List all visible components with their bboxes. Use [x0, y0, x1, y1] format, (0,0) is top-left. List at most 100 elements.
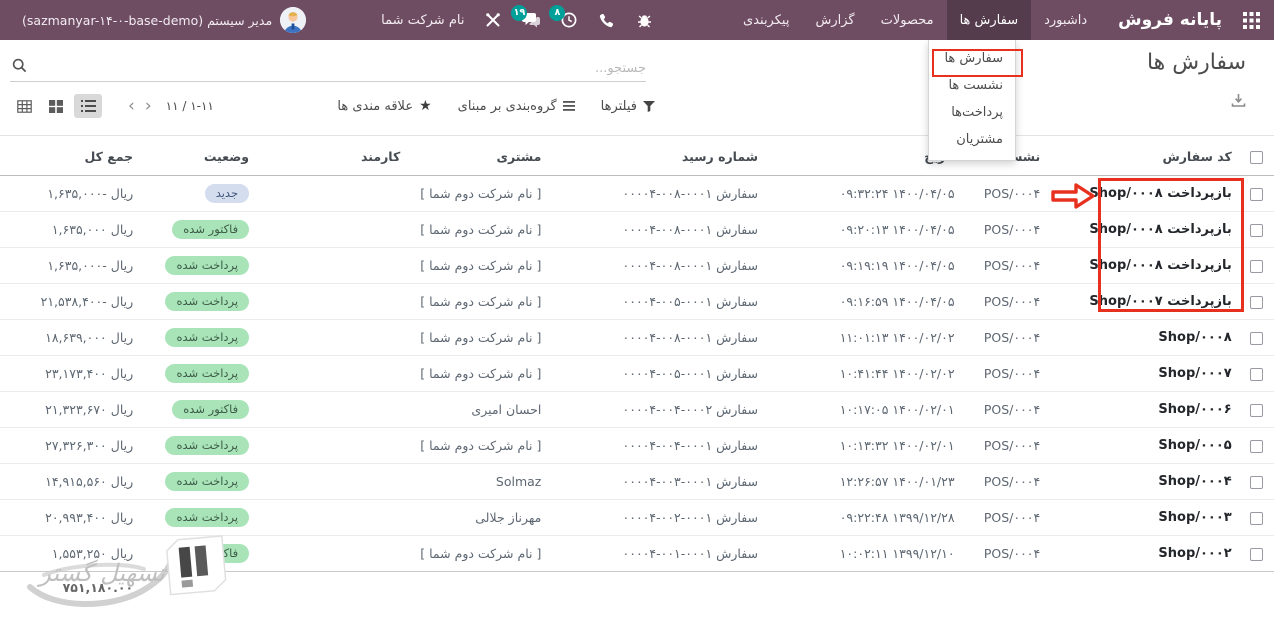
cell-receipt-number[interactable]: سفارش ۰۰۰۱-۰۰۲-۰۰۰۰۴ — [549, 500, 766, 536]
row-checkbox[interactable] — [1240, 392, 1274, 428]
row-checkbox[interactable] — [1240, 212, 1274, 248]
cell-total[interactable]: ریال -۲۱,۵۳۸,۴۰۰ — [0, 284, 141, 320]
cell-employee[interactable] — [257, 500, 408, 536]
cell-session[interactable]: POS/۰۰۰۴ — [963, 536, 1049, 572]
cell-employee[interactable] — [257, 176, 408, 212]
cell-session[interactable]: POS/۰۰۰۴ — [963, 320, 1049, 356]
cell-order-code[interactable]: بازپرداخت Shop/۰۰۰۸ — [1048, 212, 1240, 248]
cell-customer[interactable]: [ نام شرکت دوم شما ] — [408, 356, 549, 392]
column-header-7[interactable]: جمع کل — [0, 136, 141, 176]
dropdown-item-0[interactable]: سفارش ها — [929, 45, 1015, 72]
cell-employee[interactable] — [257, 248, 408, 284]
cell-customer[interactable]: مهرناز جلالی — [408, 500, 549, 536]
favorites-button[interactable]: علاقه مندی ها ★ — [337, 98, 431, 114]
select-all-checkbox[interactable] — [1240, 136, 1274, 176]
cell-session[interactable]: POS/۰۰۰۴ — [963, 392, 1049, 428]
menu-item-orders[interactable]: سفارش ها — [947, 0, 1032, 40]
cell-customer[interactable]: Solmaz — [408, 464, 549, 500]
cell-date[interactable]: ۱۴۰۰/۰۴/۰۵ ۰۹:۲۰:۱۳ — [766, 212, 963, 248]
cell-total[interactable]: ریال -۱,۶۳۵,۰۰۰ — [0, 176, 141, 212]
row-checkbox[interactable] — [1240, 176, 1274, 212]
search-input[interactable] — [10, 56, 646, 80]
cell-status[interactable]: پرداخت شده — [141, 428, 257, 464]
cell-session[interactable]: POS/۰۰۰۴ — [963, 284, 1049, 320]
order-row-6[interactable]: Shop/۰۰۰۶POS/۰۰۰۴۱۴۰۰/۰۲/۰۱ ۱۰:۱۷:۰۵سفار… — [0, 392, 1274, 428]
cell-customer[interactable]: [ نام شرکت دوم شما ] — [408, 176, 549, 212]
cell-receipt-number[interactable]: سفارش ۰۰۰۱-۰۰۳-۰۰۰۰۴ — [549, 464, 766, 500]
cell-order-code[interactable]: Shop/۰۰۰۴ — [1048, 464, 1240, 500]
app-title[interactable]: پایانه فروش — [1100, 0, 1228, 40]
cell-date[interactable]: ۱۴۰۰/۰۴/۰۵ ۰۹:۱۶:۵۹ — [766, 284, 963, 320]
column-header-6[interactable]: وضعیت — [141, 136, 257, 176]
search-magnifier-icon[interactable] — [12, 58, 27, 77]
cell-status[interactable]: پرداخت شده — [141, 500, 257, 536]
row-checkbox[interactable] — [1240, 536, 1274, 572]
cell-receipt-number[interactable]: سفارش ۰۰۰۱-۰۰۵-۰۰۰۰۴ — [549, 356, 766, 392]
cell-total[interactable]: ریال ۲۱,۳۲۳,۶۷۰ — [0, 392, 141, 428]
filters-button[interactable]: فیلترها — [601, 99, 655, 114]
cell-order-code[interactable]: Shop/۰۰۰۲ — [1048, 536, 1240, 572]
cell-status[interactable]: فاکتور شده — [141, 536, 257, 572]
order-row-4[interactable]: Shop/۰۰۰۸POS/۰۰۰۴۱۴۰۰/۰۲/۰۲ ۱۱:۰۱:۱۳سفار… — [0, 320, 1274, 356]
cell-date[interactable]: ۱۴۰۰/۰۴/۰۵ ۰۹:۱۹:۱۹ — [766, 248, 963, 284]
cell-total[interactable]: ریال ۲۳,۱۷۳,۴۰۰ — [0, 356, 141, 392]
cell-customer[interactable]: [ نام شرکت دوم شما ] — [408, 428, 549, 464]
cell-date[interactable]: ۱۴۰۰/۰۲/۰۱ ۱۰:۱۳:۳۲ — [766, 428, 963, 464]
cell-total[interactable]: ریال ۱۴,۹۱۵,۵۶۰ — [0, 464, 141, 500]
order-row-8[interactable]: Shop/۰۰۰۴POS/۰۰۰۴۱۴۰۰/۰۱/۲۳ ۱۲:۲۶:۵۷سفار… — [0, 464, 1274, 500]
company-link[interactable]: نام شرکت شما — [381, 13, 464, 28]
cell-session[interactable]: POS/۰۰۰۴ — [963, 176, 1049, 212]
cell-order-code[interactable]: Shop/۰۰۰۶ — [1048, 392, 1240, 428]
cell-date[interactable]: ۱۴۰۰/۰۲/۰۱ ۱۰:۱۷:۰۵ — [766, 392, 963, 428]
column-header-4[interactable]: مشتری — [408, 136, 549, 176]
kanban-view-icon[interactable] — [42, 94, 70, 118]
cell-receipt-number[interactable]: سفارش ۰۰۰۱-۰۰۸-۰۰۰۰۴ — [549, 248, 766, 284]
cell-status[interactable]: فاکتور شده — [141, 392, 257, 428]
cell-status[interactable]: پرداخت شده — [141, 320, 257, 356]
cell-receipt-number[interactable]: سفارش ۰۰۰۱-۰۰۸-۰۰۰۰۴ — [549, 176, 766, 212]
row-checkbox[interactable] — [1240, 320, 1274, 356]
cell-total[interactable]: ریال ۲۷,۳۲۶,۳۰۰ — [0, 428, 141, 464]
cell-status[interactable]: پرداخت شده — [141, 284, 257, 320]
group-by-button[interactable]: گروه‌بندی بر مبنای — [458, 99, 575, 114]
messages-chat-icon[interactable]: ۱۹ — [521, 11, 540, 30]
cell-receipt-number[interactable]: سفارش ۰۰۰۱-۰۰۸-۰۰۰۰۴ — [549, 212, 766, 248]
cell-total[interactable]: ریال ۱,۵۵۳,۲۵۰ — [0, 536, 141, 572]
cell-customer[interactable]: [ نام شرکت دوم شما ] — [408, 212, 549, 248]
dropdown-item-2[interactable]: پرداخت‌ها — [929, 99, 1015, 126]
cell-order-code[interactable]: Shop/۰۰۰۵ — [1048, 428, 1240, 464]
cell-session[interactable]: POS/۰۰۰۴ — [963, 464, 1049, 500]
cell-status[interactable]: فاکتور شده — [141, 212, 257, 248]
cell-employee[interactable] — [257, 536, 408, 572]
cell-status[interactable]: پرداخت شده — [141, 356, 257, 392]
user-menu[interactable]: مدیر سیستم (sazmanyar-۱۴-۰-base-demo) — [10, 7, 306, 33]
row-checkbox[interactable] — [1240, 500, 1274, 536]
cell-order-code[interactable]: Shop/۰۰۰۷ — [1048, 356, 1240, 392]
activities-clock-icon[interactable]: ۸ — [559, 11, 578, 30]
menu-item-dashboard[interactable]: داشبورد — [1031, 0, 1100, 40]
row-checkbox[interactable] — [1240, 428, 1274, 464]
cell-status[interactable]: پرداخت شده — [141, 248, 257, 284]
pivot-view-icon[interactable] — [10, 94, 38, 118]
cell-receipt-number[interactable]: سفارش ۰۰۰۲-۰۰۴-۰۰۰۰۴ — [549, 392, 766, 428]
pager-next-chevron-icon[interactable]: › — [145, 98, 152, 115]
cell-employee[interactable] — [257, 464, 408, 500]
cell-date[interactable]: ۱۴۰۰/۰۲/۰۲ ۱۰:۴۱:۴۴ — [766, 356, 963, 392]
cell-total[interactable]: ریال ۱۸,۶۳۹,۰۰۰ — [0, 320, 141, 356]
cell-session[interactable]: POS/۰۰۰۴ — [963, 428, 1049, 464]
cell-employee[interactable] — [257, 212, 408, 248]
cell-receipt-number[interactable]: سفارش ۰۰۰۱-۰۰۸-۰۰۰۰۴ — [549, 320, 766, 356]
cell-total[interactable]: ریال ۲۰,۹۹۳,۴۰۰ — [0, 500, 141, 536]
order-row-10[interactable]: Shop/۰۰۰۲POS/۰۰۰۴۱۳۹۹/۱۲/۱۰ ۱۰:۰۲:۱۱سفار… — [0, 536, 1274, 572]
row-checkbox[interactable] — [1240, 284, 1274, 320]
cell-customer[interactable]: [ نام شرکت دوم شما ] — [408, 284, 549, 320]
cell-date[interactable]: ۱۴۰۰/۰۴/۰۵ ۰۹:۳۲:۲۴ — [766, 176, 963, 212]
column-header-0[interactable]: کد سفارش — [1048, 136, 1240, 176]
cell-employee[interactable] — [257, 428, 408, 464]
phone-icon[interactable] — [597, 11, 616, 30]
cell-status[interactable]: جدید — [141, 176, 257, 212]
cell-session[interactable]: POS/۰۰۰۴ — [963, 212, 1049, 248]
cell-session[interactable]: POS/۰۰۰۴ — [963, 500, 1049, 536]
cell-order-code[interactable]: بازپرداخت Shop/۰۰۰۸ — [1048, 248, 1240, 284]
cell-customer[interactable]: احسان امیری — [408, 392, 549, 428]
